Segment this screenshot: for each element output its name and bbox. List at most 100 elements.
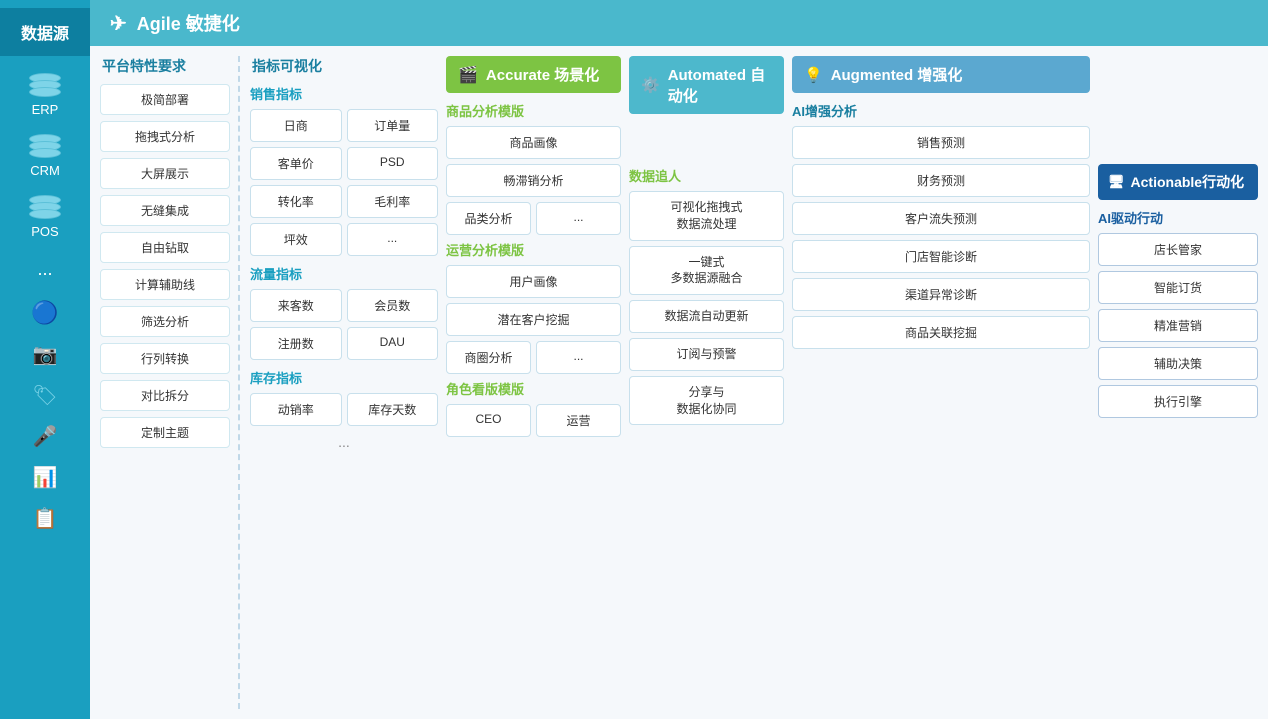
kpi-inventory-grid: 动销率 库存天数 [250,393,438,426]
ops-bottom-row: 商圈分析 ... [446,341,621,374]
accurate-header: 🎬 Accurate 场景化 [446,56,621,93]
augmented-column: 💡 Augmented 增强化 AI增强分析 销售预测 财务预测 客户流失预测 … [792,56,1090,709]
kpi-kedanjia[interactable]: 客单价 [250,147,342,180]
kpi-kucun[interactable]: 库存天数 [347,393,439,426]
role-ceo[interactable]: CEO [446,404,531,437]
augmented-icon: 💡 [804,66,823,84]
product-extra: ... [536,202,621,235]
sidebar-item-tag[interactable]: 🏷 [0,375,90,416]
main-container: 数据源 ERP CRM [0,0,1268,719]
platform-column: 平台特性要求 极简部署 拖拽式分析 大屏展示 无缝集成 自由钻取 计算辅助线 筛… [100,56,230,709]
sidebar-item-excel[interactable]: 📊 [0,457,90,498]
product-huaxiang[interactable]: 商品画像 [446,126,621,159]
automated-header: ⚙️ Automated 自动化 [629,56,784,114]
ops-shangquan[interactable]: 商圈分析 [446,341,531,374]
kpi-laike[interactable]: 来客数 [250,289,342,322]
product-changzhixiao[interactable]: 畅滞销分析 [446,164,621,197]
kpi-dau[interactable]: DAU [347,327,439,360]
action-smart-order[interactable]: 智能订货 [1098,271,1258,304]
product-pinlei[interactable]: 品类分析 [446,202,531,235]
kpi-traffic-grid: 来客数 会员数 注册数 DAU [250,289,438,360]
ai-product-mine[interactable]: 商品关联挖掘 [792,316,1090,349]
tracking-auto-update[interactable]: 数据流自动更新 [629,300,784,333]
ai-finance-predict[interactable]: 财务预测 [792,164,1090,197]
role-dashboard-title: 角色看版模版 [446,379,621,398]
sidebar-item-camera[interactable]: 📷 [0,334,90,375]
header-title: Agile 敏捷化 [137,10,240,36]
kpi-huiyuan[interactable]: 会员数 [347,289,439,322]
action-shopmanager[interactable]: 店长管家 [1098,233,1258,266]
action-column: 🖥 Actionable行动化 AI驱动行动 店长管家 智能订货 精准营销 辅助… [1098,56,1258,709]
feature-jisuan[interactable]: 计算辅助线 [100,269,230,300]
actionable-title: Actionable行动化 [1131,172,1245,192]
product-analysis-title: 商品分析模版 [446,101,621,120]
platform-title: 平台特性要求 [100,56,230,76]
sidebar-item-crm[interactable]: CRM [0,125,90,186]
feature-dingzhi[interactable]: 定制主题 [100,417,230,448]
content-area: ✈ Agile 敏捷化 平台特性要求 极简部署 拖拽式分析 大屏展示 无缝集成 … [90,0,1268,719]
navigation-icon: ✈ [110,11,127,36]
dots-label: ... [37,259,52,280]
tracking-title: 数据追人 [629,166,784,185]
analysis-column: 🎬 Accurate 场景化 商品分析模版 商品画像 畅滞销分析 品类分析 ..… [446,56,621,709]
feature-jianjian[interactable]: 极简部署 [100,84,230,115]
tracking-tuozhuai[interactable]: 可视化拖拽式数据流处理 [629,191,784,241]
tracking-column: ⚙️ Automated 自动化 数据追人 可视化拖拽式数据流处理 一键式多数据… [629,56,784,709]
camera-icon: 📷 [33,342,58,367]
kpi-richang[interactable]: 日商 [250,109,342,142]
kpi-sales-grid: 日商 订单量 客单价 PSD 转化率 毛利率 坪效 ... [250,109,438,256]
kpi-zhuce[interactable]: 注册数 [250,327,342,360]
augmented-title: Augmented 增强化 [831,64,963,85]
accurate-icon: 🎬 [458,65,478,85]
kpi-traffic-title: 流量指标 [250,264,438,283]
pos-icon [27,194,63,222]
feature-daping[interactable]: 大屏展示 [100,158,230,189]
kpi-pingxiao[interactable]: 坪效 [250,223,342,256]
feature-hanglie[interactable]: 行列转换 [100,343,230,374]
tracking-yijian[interactable]: 一键式多数据源融合 [629,246,784,296]
sidebar: 数据源 ERP CRM [0,0,90,719]
sidebar-item-mic[interactable]: 🎤 [0,416,90,457]
sidebar-item-erp[interactable]: ERP [0,64,90,125]
ops-customer-mine[interactable]: 潜在客户挖掘 [446,303,621,336]
feature-duibi[interactable]: 对比拆分 [100,380,230,411]
tracking-subscribe[interactable]: 订阅与预警 [629,338,784,371]
feature-shaixuan[interactable]: 筛选分析 [100,306,230,337]
ai-channel-diag[interactable]: 渠道异常诊断 [792,278,1090,311]
accurate-title: Accurate 场景化 [486,64,599,85]
action-assist-decision[interactable]: 辅助决策 [1098,347,1258,380]
ai-drive-title: AI驱动行动 [1098,208,1258,227]
kpi-column: 指标可视化 销售指标 日商 订单量 客单价 PSD 转化率 毛利率 坪效 ...… [238,56,438,709]
ops-user-portrait[interactable]: 用户画像 [446,265,621,298]
kpi-zhuanhua[interactable]: 转化率 [250,185,342,218]
sidebar-item-pos[interactable]: POS [0,186,90,247]
kpi-dingdan[interactable]: 订单量 [347,109,439,142]
feature-tuozhuai[interactable]: 拖拽式分析 [100,121,230,152]
kpi-extra-dots: ... [250,434,438,450]
kpi-dongxiao[interactable]: 动销率 [250,393,342,426]
weibo-icon: 🔵 [31,300,58,326]
pos-label: POS [31,224,58,239]
excel-icon: 📊 [33,465,58,490]
ops-extra: ... [536,341,621,374]
kpi-psd[interactable]: PSD [347,147,439,180]
actionable-icon: 🖥 [1108,174,1125,190]
ai-sales-predict[interactable]: 销售预测 [792,126,1090,159]
kpi-maoli[interactable]: 毛利率 [347,185,439,218]
kpi-inventory-title: 库存指标 [250,368,438,387]
tracking-share[interactable]: 分享与数据化协同 [629,376,784,426]
ops-analysis-title: 运营分析模版 [446,240,621,259]
main-layout: 平台特性要求 极简部署 拖拽式分析 大屏展示 无缝集成 自由钻取 计算辅助线 筛… [90,46,1268,719]
feature-wufeng[interactable]: 无缝集成 [100,195,230,226]
feature-ziyou[interactable]: 自由钻取 [100,232,230,263]
top-header: ✈ Agile 敏捷化 [90,0,1268,46]
action-execute-engine[interactable]: 执行引擎 [1098,385,1258,418]
ai-store-diag[interactable]: 门店智能诊断 [792,240,1090,273]
sidebar-item-weibo[interactable]: 🔵 [0,292,90,334]
erp-icon [27,72,63,100]
role-ops[interactable]: 运营 [536,404,621,437]
action-precision-marketing[interactable]: 精准营销 [1098,309,1258,342]
sidebar-item-copy[interactable]: 📋 [0,498,90,539]
kpi-sales-extra: ... [347,223,439,256]
ai-churn-predict[interactable]: 客户流失预测 [792,202,1090,235]
